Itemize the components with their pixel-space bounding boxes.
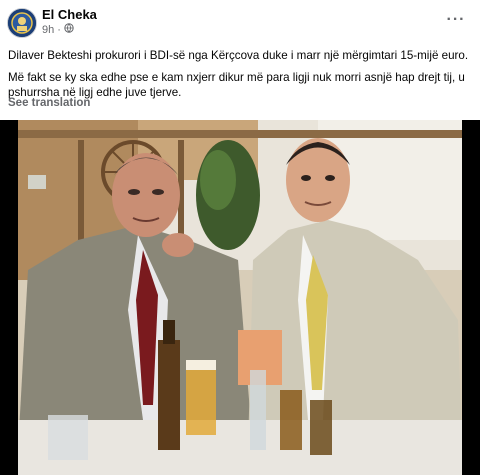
author-name[interactable]: El Cheka: [42, 7, 97, 22]
post-time[interactable]: 9h: [42, 24, 54, 36]
see-translation-link[interactable]: See translation: [8, 97, 90, 109]
post-paragraph: Më fakt se ky ska edhe pse e kam nxjerr …: [8, 71, 465, 99]
more-options-icon[interactable]: ···: [446, 10, 466, 30]
globe-icon: [64, 23, 74, 36]
post-photo-frame[interactable]: [0, 120, 480, 475]
meta-separator: ·: [57, 23, 61, 36]
post-meta: 9h ·: [42, 23, 74, 36]
facebook-post: El Cheka 9h · ··· Dilaver Bekteshi proku…: [0, 0, 480, 475]
author-avatar[interactable]: [7, 8, 37, 38]
post-photo[interactable]: [18, 120, 462, 475]
post-paragraph: Dilaver Bekteshi prokurori i BDI-së nga …: [8, 49, 469, 62]
post-header: El Cheka 9h · ···: [0, 0, 480, 40]
